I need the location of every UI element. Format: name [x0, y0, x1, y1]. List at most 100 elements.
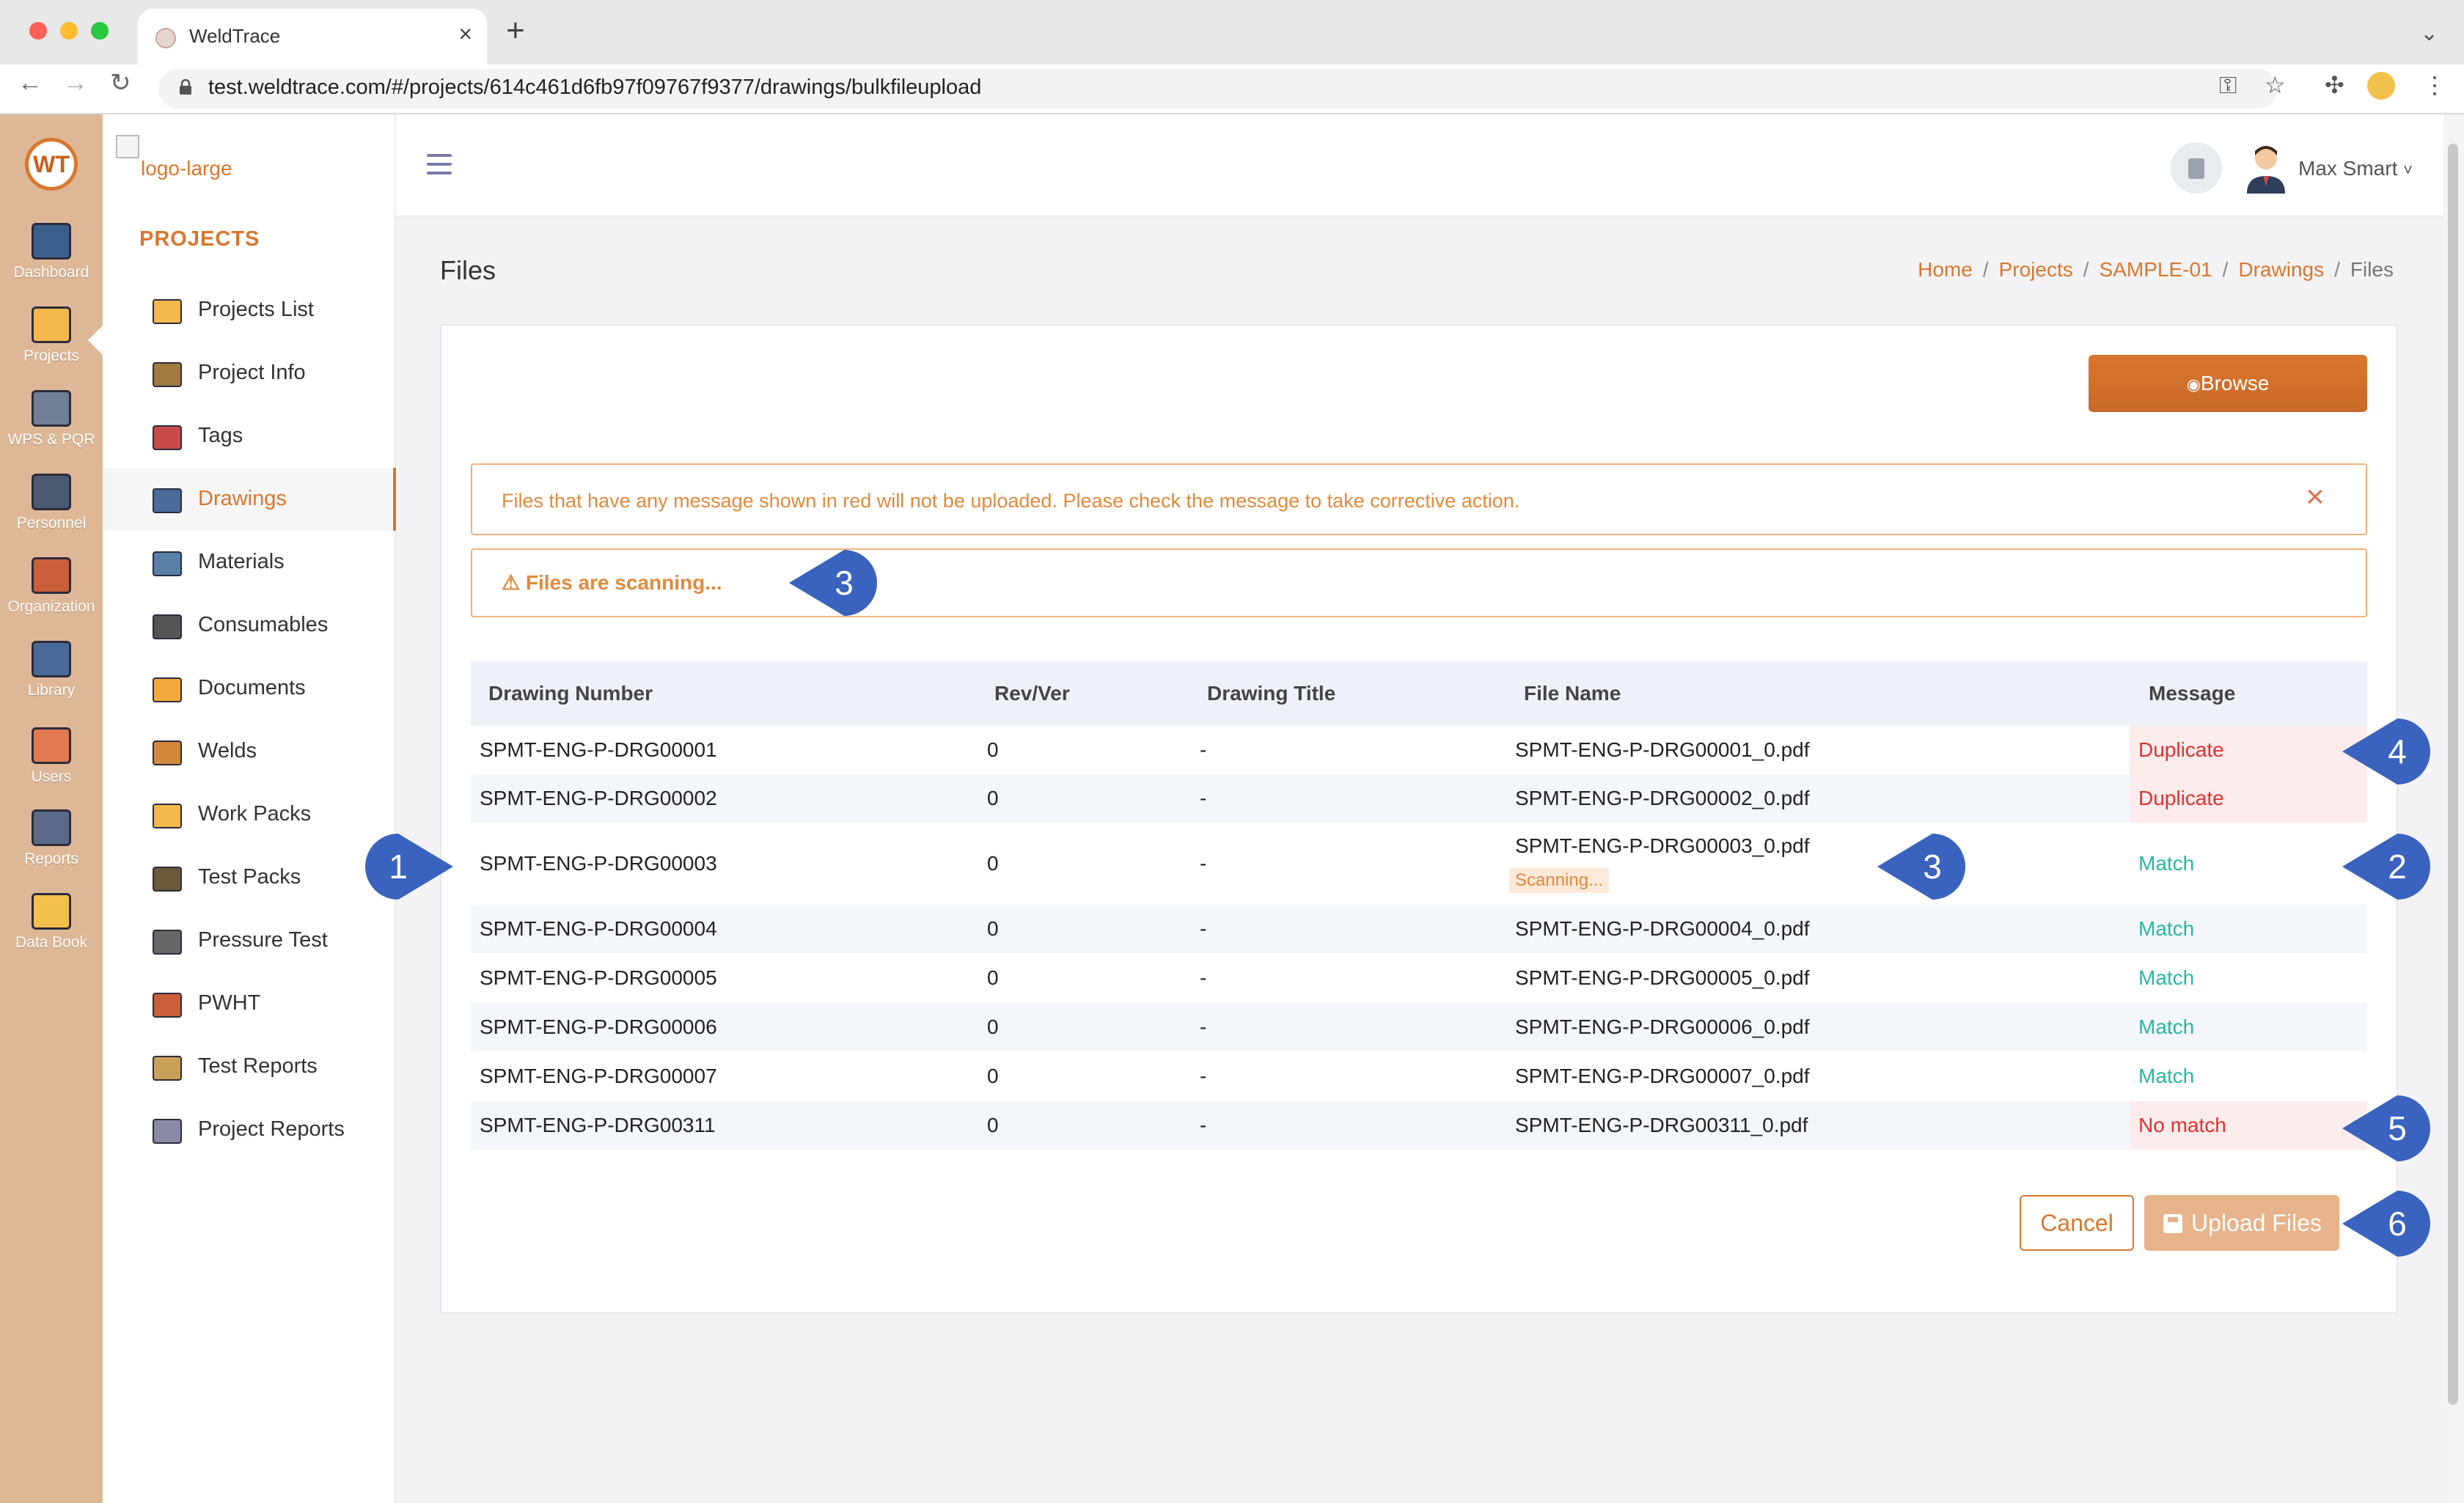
column-header-drawing-number[interactable]: Drawing Number: [488, 682, 653, 705]
rail-item-wps-pqr[interactable]: WPS & PQR: [0, 390, 103, 449]
sidebar-item-project-info[interactable]: Project Info: [103, 342, 396, 405]
scanning-badge: Scanning...: [1509, 868, 1610, 893]
rail-item-library[interactable]: Library: [0, 641, 103, 699]
column-header-drawing-title[interactable]: Drawing Title: [1207, 682, 1335, 705]
breadcrumb-home[interactable]: Home: [1918, 258, 1973, 281]
alert-close-icon[interactable]: ×: [2306, 481, 2325, 513]
cell-drawing-title: -: [1200, 966, 1207, 989]
breadcrumb-project[interactable]: SAMPLE-01: [2100, 258, 2212, 281]
sidebar-item-projects-list[interactable]: Projects List: [103, 279, 396, 342]
favicon-icon: [155, 28, 176, 48]
key-icon[interactable]: ⚿: [2219, 73, 2237, 97]
sidebar-item-documents[interactable]: Documents: [103, 657, 396, 720]
documents-icon: [153, 677, 182, 702]
rail-item-projects[interactable]: Projects: [0, 306, 103, 365]
sidebar-item-label: Project Reports: [198, 1117, 345, 1141]
test-packs-icon: [153, 867, 182, 892]
rail-item-data-book[interactable]: Data Book: [0, 893, 103, 952]
breadcrumb-drawings[interactable]: Drawings: [2238, 258, 2324, 281]
user-avatar[interactable]: [2243, 142, 2289, 194]
callout-marker: 3: [1877, 834, 1965, 900]
sidebar-item-materials[interactable]: Materials: [103, 531, 396, 594]
bookmark-star-icon[interactable]: ☆: [2265, 73, 2286, 97]
breadcrumb-projects[interactable]: Projects: [1999, 258, 2073, 281]
breadcrumb-current: Files: [2350, 258, 2394, 281]
rail-item-label: Projects: [23, 348, 79, 364]
cell-rev: 0: [987, 1015, 999, 1038]
window-close-button[interactable]: [29, 22, 47, 40]
cell-drawing-number: SPMT-ENG-P-DRG00007: [480, 1065, 717, 1087]
table-header: [471, 661, 2367, 726]
cell-drawing-number: SPMT-ENG-P-DRG00003: [480, 852, 717, 875]
cancel-button[interactable]: Cancel: [2020, 1195, 2134, 1251]
tab-close-icon[interactable]: ×: [458, 21, 472, 48]
library-icon: [32, 641, 71, 677]
sidebar-item-label: Tags: [198, 424, 243, 447]
cell-drawing-number: SPMT-ENG-P-DRG00311: [480, 1114, 716, 1136]
sidebar-item-welds[interactable]: Welds: [103, 720, 396, 783]
upload-files-button[interactable]: Upload Files: [2144, 1195, 2339, 1251]
upload-files-label: Upload Files: [2191, 1210, 2322, 1236]
browse-button[interactable]: ◉Browse: [2089, 355, 2367, 412]
app-logo[interactable]: WT: [25, 138, 78, 191]
sidebar-item-work-packs[interactable]: Work Packs: [103, 783, 396, 846]
tab-list-chevron-icon[interactable]: ⌄: [2420, 21, 2438, 46]
column-header-rev[interactable]: Rev/Ver: [994, 682, 1070, 705]
new-tab-plus-icon[interactable]: +: [506, 15, 525, 47]
browser-tab[interactable]: WeldTrace ×: [138, 9, 487, 65]
browser-menu-icon[interactable]: ⋮: [2423, 73, 2446, 97]
callout-number: 5: [2388, 1109, 2407, 1147]
notification-button[interactable]: [2171, 142, 2222, 194]
cell-drawing-number: SPMT-ENG-P-DRG00006: [480, 1015, 717, 1038]
sidebar-item-test-packs[interactable]: Test Packs: [103, 846, 396, 909]
sidebar-item-tags[interactable]: Tags: [103, 405, 396, 468]
sidebar-item-pwht[interactable]: PWHT: [103, 972, 396, 1035]
cell-drawing-number: SPMT-ENG-P-DRG00002: [480, 787, 717, 809]
materials-icon: [153, 551, 182, 576]
cell-rev: 0: [987, 852, 999, 875]
column-header-file-name[interactable]: File Name: [1524, 682, 1621, 705]
cell-rev: 0: [987, 787, 999, 809]
breadcrumb-separator: /: [2334, 258, 2340, 281]
sidebar-item-drawings[interactable]: Drawings: [103, 468, 396, 531]
callout-number: 3: [1923, 848, 1942, 886]
brand-logo-alt: logo-large: [141, 157, 232, 180]
sidebar-item-label: PWHT: [198, 991, 261, 1015]
user-menu[interactable]: Max Smart ˅: [2298, 157, 2413, 180]
cell-drawing-number: SPMT-ENG-P-DRG00001: [480, 738, 717, 761]
scrollbar-thumb[interactable]: [2448, 144, 2458, 1405]
profile-avatar-icon[interactable]: [2367, 72, 2395, 100]
sidebar-item-pressure-test[interactable]: Pressure Test: [103, 909, 396, 972]
forward-arrow-icon[interactable]: →: [63, 70, 88, 95]
cell-message: Match: [2138, 917, 2195, 940]
rail-item-users[interactable]: Users: [0, 727, 103, 786]
extensions-puzzle-icon[interactable]: ✣: [2325, 73, 2344, 97]
sidebar-item-consumables[interactable]: Consumables: [103, 594, 396, 657]
column-header-message[interactable]: Message: [2149, 682, 2235, 705]
cell-rev: 0: [987, 738, 999, 761]
hamburger-menu-icon[interactable]: [427, 154, 452, 176]
sidebar-item-project-reports[interactable]: Project Reports: [103, 1098, 396, 1161]
rail-item-organization[interactable]: Organization: [0, 557, 103, 616]
welder-personnel-icon: [32, 474, 71, 510]
lock-icon: [179, 78, 192, 95]
sidebar-item-test-reports[interactable]: Test Reports: [103, 1035, 396, 1098]
reload-icon[interactable]: ↻: [110, 70, 131, 95]
welds-icon: [153, 741, 182, 765]
cell-drawing-title: -: [1200, 1114, 1207, 1136]
back-arrow-icon[interactable]: ←: [18, 70, 43, 95]
rail-item-dashboard[interactable]: Dashboard: [0, 223, 103, 282]
users-icon: [32, 727, 71, 764]
window-minimize-button[interactable]: [60, 22, 78, 40]
wps-pqr-icon: [32, 390, 71, 427]
url-text[interactable]: test.weldtrace.com/#/projects/614c461d6f…: [208, 76, 981, 100]
window-maximize-button[interactable]: [91, 22, 109, 40]
rail-item-label: Data Book: [15, 934, 88, 951]
rail-item-reports[interactable]: Reports: [0, 809, 103, 868]
callout-marker: 6: [2342, 1191, 2430, 1257]
rail-item-personnel[interactable]: Personnel: [0, 474, 103, 532]
cell-drawing-title: -: [1200, 787, 1207, 809]
breadcrumb: Home / Projects / SAMPLE-01 / Drawings / Files: [1918, 258, 2394, 282]
breadcrumb-separator: /: [2083, 258, 2089, 281]
tab-title: WeldTrace: [189, 25, 281, 47]
